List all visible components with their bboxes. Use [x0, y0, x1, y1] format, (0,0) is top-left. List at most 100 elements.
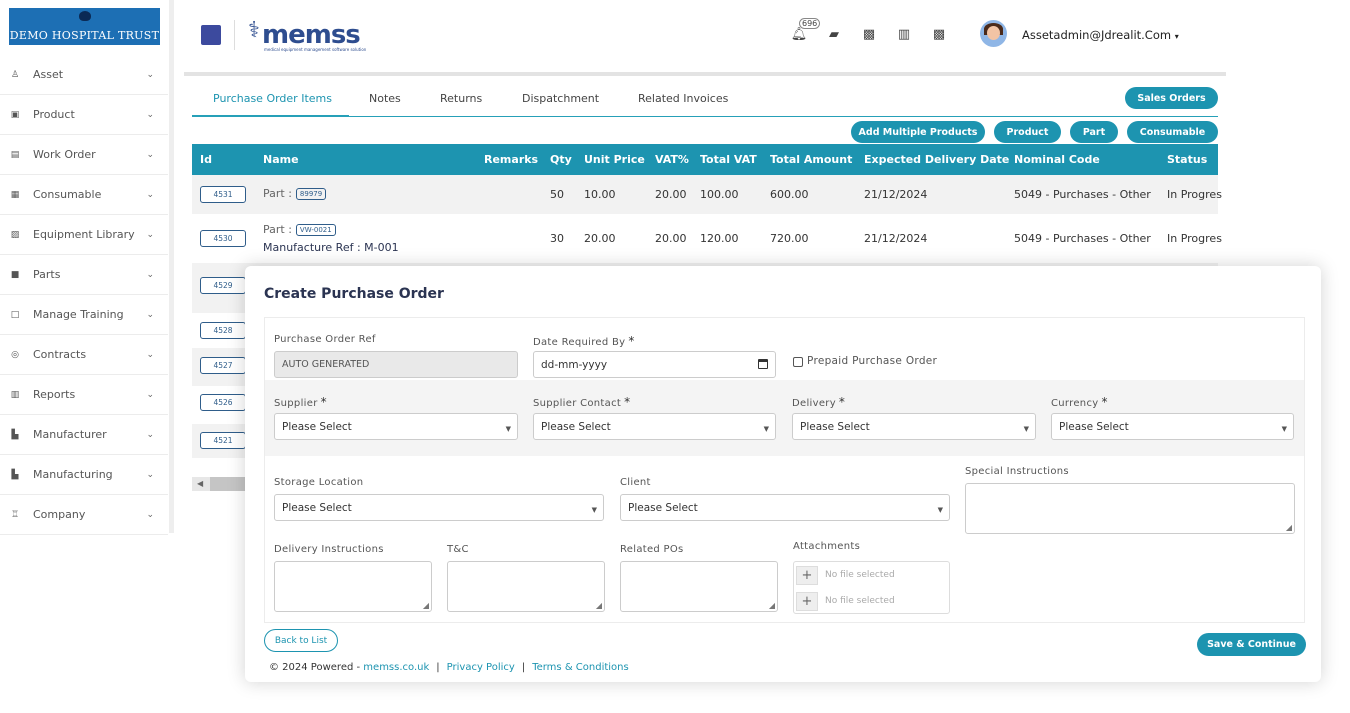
resize-grip-icon[interactable]: ◢	[769, 601, 775, 610]
table-horizontal-scrollbar[interactable]: ◀	[192, 477, 246, 491]
resize-grip-icon[interactable]: ◢	[1286, 523, 1292, 532]
add-product-button[interactable]: Product	[994, 121, 1061, 143]
table-header: Id Name Remarks Qty Unit Price VAT% Tota…	[192, 144, 1218, 175]
back-to-list-button[interactable]: Back to List	[264, 629, 338, 652]
delivery-label: Delivery *	[792, 395, 845, 409]
required-mark: *	[838, 395, 846, 409]
sidebar-item-label: Product	[33, 108, 75, 121]
calendar-icon[interactable]	[758, 359, 768, 369]
scrollbar-thumb[interactable]	[210, 477, 246, 491]
sidebar-item-manufacturing[interactable]: ▙ Manufacturing ⌄	[0, 455, 168, 495]
sidebar-item-label: Asset	[33, 68, 64, 81]
sidebar-item-parts[interactable]: ■ Parts ⌄	[0, 255, 168, 295]
related-pos-textarea[interactable]: ◢	[620, 561, 778, 612]
sidebar-item-reports[interactable]: ▥ Reports ⌄	[0, 375, 168, 415]
tc-textarea[interactable]: ◢	[447, 561, 605, 612]
company-icon: ♖	[10, 509, 20, 520]
date-required-input[interactable]: dd-mm-yyyy	[533, 351, 776, 378]
client-select[interactable]: Please Select ▼	[620, 494, 950, 521]
sidebar-item-contracts[interactable]: ◎ Contracts ⌄	[0, 335, 168, 375]
privacy-policy-link[interactable]: Privacy Policy	[447, 662, 515, 673]
sidebar-item-product[interactable]: ▣ Product ⌄	[0, 95, 168, 135]
supplier-contact-select[interactable]: Please Select ▼	[533, 413, 776, 440]
sidebar-item-manage-training[interactable]: □ Manage Training ⌄	[0, 295, 168, 335]
table-row[interactable]: 4531 Part :89979 50 10.00 20.00 100.00 6…	[192, 175, 1222, 214]
sticky-note-icon[interactable]: ▰	[826, 26, 842, 42]
avatar[interactable]	[980, 20, 1007, 47]
row-name: Part :89979	[263, 187, 327, 200]
currency-label-text: Currency	[1051, 398, 1099, 409]
save-continue-button[interactable]: Save & Continue	[1197, 633, 1306, 656]
chevron-down-icon: ⌄	[146, 230, 154, 240]
tab-notes[interactable]: Notes	[369, 92, 401, 105]
delivery-instructions-textarea[interactable]: ◢	[274, 561, 432, 612]
row-id-badge[interactable]: 4531	[200, 186, 246, 203]
table-row[interactable]: 4530 Part : VW-0021 Manufacture Ref : M-0…	[192, 214, 1222, 263]
related-pos-label: Related POs	[620, 544, 684, 555]
sidebar-item-company[interactable]: ♖ Company ⌄	[0, 495, 168, 535]
plus-icon[interactable]: +	[796, 565, 818, 585]
scroll-left-icon[interactable]: ◀	[197, 479, 203, 488]
row-date: 21/12/2024	[864, 232, 928, 245]
sales-orders-button[interactable]: Sales Orders	[1125, 87, 1218, 109]
add-multiple-products-button[interactable]: Add Multiple Products	[851, 121, 985, 143]
part-tag[interactable]: 89979	[295, 188, 327, 200]
sidebar-item-work-order[interactable]: ▤ Work Order ⌄	[0, 135, 168, 175]
row-vat: 20.00	[655, 188, 687, 201]
col-nominal-code: Nominal Code	[1014, 153, 1100, 166]
select-placeholder: Please Select	[800, 420, 870, 433]
file-input[interactable]: + No file selected	[796, 565, 895, 585]
currency-select[interactable]: Please Select ▼	[1051, 413, 1294, 440]
header-divider	[234, 20, 235, 50]
qr-scan-icon[interactable]: ▩	[861, 26, 877, 42]
add-consumable-button[interactable]: Consumable	[1127, 121, 1218, 143]
date-required-label-text: Date Required By	[533, 337, 626, 348]
delivery-select[interactable]: Please Select ▼	[792, 413, 1036, 440]
row-id-badge[interactable]: 4527	[200, 357, 246, 374]
qr-code-icon[interactable]: ▩	[931, 26, 947, 42]
bell-icon[interactable]: 🔔︎ 696	[791, 18, 821, 42]
brand-tagline: medical equipment management software so…	[264, 47, 367, 52]
resize-grip-icon[interactable]: ◢	[596, 601, 602, 610]
menu-toggle-button[interactable]	[201, 25, 221, 45]
special-instructions-textarea[interactable]: ◢	[965, 483, 1295, 534]
date-placeholder: dd-mm-yyyy	[541, 358, 608, 371]
tab-returns[interactable]: Returns	[440, 92, 482, 105]
hospital-logo[interactable]: DEMO HOSPITAL TRUST	[9, 8, 160, 45]
po-form: Purchase Order Ref AUTO GENERATED Date R…	[264, 317, 1305, 623]
sidebar-item-manufacturer[interactable]: ▙ Manufacturer ⌄	[0, 415, 168, 455]
part-tag[interactable]: VW-0021	[295, 224, 336, 236]
supplier-select[interactable]: Please Select ▼	[274, 413, 518, 440]
plus-icon[interactable]: +	[796, 591, 818, 611]
file-input[interactable]: + No file selected	[796, 591, 895, 611]
storage-location-select[interactable]: Please Select ▼	[274, 494, 604, 521]
tab-purchase-order-items[interactable]: Purchase Order Items	[213, 92, 332, 105]
site-link[interactable]: memss.co.uk	[363, 662, 429, 673]
supplier-contact-label: Supplier Contact *	[533, 395, 630, 409]
memss-logo[interactable]: ⚕ memss medical equipment management sof…	[244, 14, 367, 54]
supplier-label-text: Supplier	[274, 398, 318, 409]
sidebar-item-asset[interactable]: ♙ Asset ⌄	[0, 55, 168, 95]
row-id-badge[interactable]: 4528	[200, 322, 246, 339]
row-id-badge[interactable]: 4529	[200, 277, 246, 294]
select-placeholder: Please Select	[282, 501, 352, 514]
row-id-badge[interactable]: 4530	[200, 230, 246, 247]
add-part-button[interactable]: Part	[1070, 121, 1118, 143]
row-date: 21/12/2024	[864, 188, 928, 201]
po-ref-label: Purchase Order Ref	[274, 334, 376, 345]
barcode-scan-icon[interactable]: ▥	[896, 26, 912, 42]
terms-link[interactable]: Terms & Conditions	[532, 662, 629, 673]
prepaid-label[interactable]: Prepaid Purchase Order	[807, 355, 937, 367]
row-id-badge[interactable]: 4526	[200, 394, 246, 411]
chevron-down-icon: ⌄	[146, 110, 154, 120]
resize-grip-icon[interactable]: ◢	[423, 601, 429, 610]
row-id-badge[interactable]: 4521	[200, 432, 246, 449]
tab-related-invoices[interactable]: Related Invoices	[638, 92, 728, 105]
user-menu[interactable]: Assetadmin@Jdrealit.Com ▾	[1022, 28, 1179, 42]
sidebar-item-equipment-library[interactable]: ▨ Equipment Library ⌄	[0, 215, 168, 255]
prepaid-checkbox[interactable]	[793, 357, 803, 367]
tab-dispatchment[interactable]: Dispatchment	[522, 92, 599, 105]
library-icon: ▨	[10, 229, 20, 240]
row-status: In Progres	[1167, 188, 1222, 201]
sidebar-item-consumable[interactable]: ▦ Consumable ⌄	[0, 175, 168, 215]
